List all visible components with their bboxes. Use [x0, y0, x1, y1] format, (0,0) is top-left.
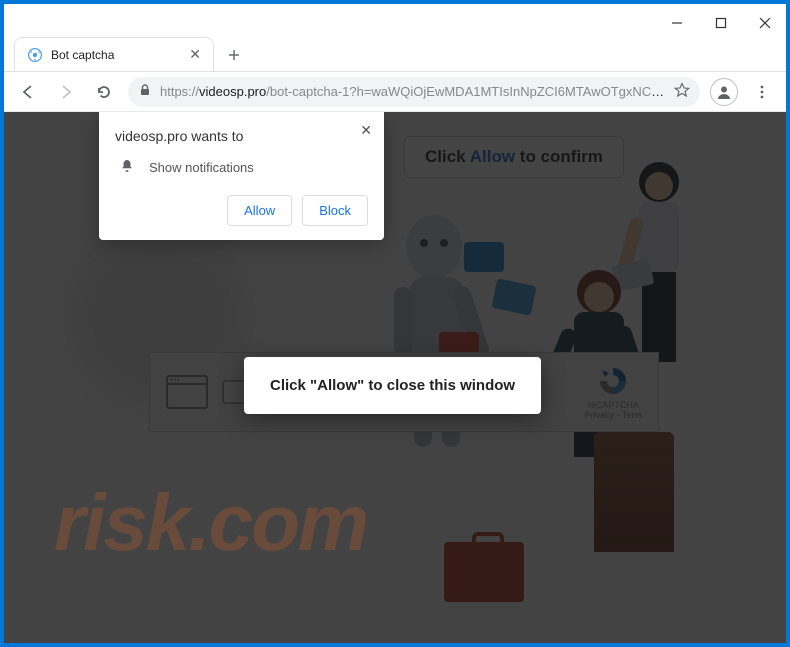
block-button[interactable]: Block — [302, 195, 368, 226]
forward-button[interactable] — [52, 78, 80, 106]
reload-button[interactable] — [90, 78, 118, 106]
tab-title: Bot captcha — [51, 48, 179, 62]
new-tab-button[interactable] — [220, 41, 248, 69]
permission-request-text: Show notifications — [149, 160, 254, 175]
page-content: Click Allow to confirm ••• I a Clic r — [4, 112, 786, 643]
tab-strip: Bot captcha ✕ — [4, 36, 786, 72]
browser-tab[interactable]: Bot captcha ✕ — [14, 37, 214, 71]
bookmark-star-icon[interactable] — [674, 82, 690, 101]
close-window-button[interactable] — [752, 10, 778, 36]
maximize-button[interactable] — [708, 10, 734, 36]
modal-text: Click "Allow" to close this window — [270, 377, 515, 394]
permission-origin: videosp.pro wants to — [115, 128, 368, 144]
browser-toolbar: https://videosp.pro/bot-captcha-1?h=waWQ… — [4, 72, 786, 112]
window-titlebar — [4, 4, 786, 36]
notification-permission-dialog: ✕ videosp.pro wants to Show notification… — [99, 112, 384, 240]
permission-close-button[interactable]: ✕ — [360, 122, 372, 139]
profile-button[interactable] — [710, 78, 738, 106]
lock-icon — [138, 83, 152, 100]
allow-button[interactable]: Allow — [227, 195, 292, 226]
address-bar[interactable]: https://videosp.pro/bot-captcha-1?h=waWQ… — [128, 77, 700, 107]
url-text: https://videosp.pro/bot-captcha-1?h=waWQ… — [160, 84, 666, 99]
bell-icon — [119, 158, 135, 177]
minimize-button[interactable] — [664, 10, 690, 36]
back-button[interactable] — [14, 78, 42, 106]
menu-button[interactable] — [748, 78, 776, 106]
tab-favicon-icon — [27, 47, 43, 63]
instruction-modal: Click "Allow" to close this window — [244, 357, 541, 414]
tab-close-button[interactable]: ✕ — [187, 44, 203, 65]
